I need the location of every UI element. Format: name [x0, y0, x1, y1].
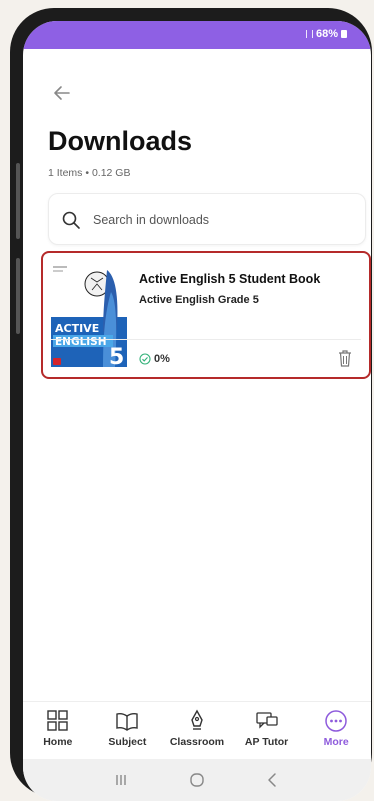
home-icon[interactable] — [187, 770, 207, 790]
battery-percent: 68% — [315, 28, 338, 40]
search-input[interactable]: Search in downloads — [93, 213, 209, 227]
nav-label-more: More — [323, 736, 349, 748]
book-icon — [116, 712, 139, 731]
nav-ap-tutor[interactable]: AP Tutor — [236, 708, 298, 748]
nav-label-subject: Subject — [108, 736, 147, 748]
phone-frame: 68% Downloads 1 Items • 0.12 GB Search i… — [10, 8, 372, 801]
signal-icon — [305, 30, 313, 38]
chat-icon — [255, 712, 278, 729]
search-bar[interactable]: Search in downloads — [48, 193, 366, 245]
status-indicators: 68% — [305, 28, 347, 40]
status-bar: 68% — [23, 21, 371, 49]
svg-text:ENGLISH: ENGLISH — [55, 336, 107, 348]
svg-text:5: 5 — [109, 345, 124, 367]
system-navigation-bar — [23, 759, 371, 801]
progress-text: 0% — [154, 353, 170, 365]
recent-apps-icon[interactable] — [111, 770, 131, 790]
power-button — [16, 258, 20, 334]
search-icon — [62, 211, 80, 229]
nav-label-classroom: Classroom — [169, 736, 225, 748]
book-cover-image: ACTIVE ENGLISH 5 — [51, 262, 127, 367]
divider — [51, 339, 361, 340]
book-title: Active English 5 Student Book — [139, 272, 321, 286]
trash-icon[interactable] — [337, 349, 353, 367]
battery-icon — [341, 30, 347, 38]
nav-home[interactable]: Home — [27, 708, 89, 748]
check-circle-icon — [139, 353, 151, 365]
page-title: Downloads — [48, 126, 193, 156]
back-icon[interactable] — [263, 770, 283, 790]
more-icon — [325, 710, 347, 732]
grid-icon — [47, 710, 68, 731]
app-screen: 68% Downloads 1 Items • 0.12 GB Search i… — [23, 21, 371, 801]
download-item-card[interactable]: ACTIVE ENGLISH 5 Active English 5 Studen… — [41, 251, 371, 379]
nav-label-home: Home — [43, 736, 73, 748]
pen-icon — [191, 709, 203, 730]
volume-button — [16, 163, 20, 239]
cover-art: ACTIVE ENGLISH 5 — [51, 262, 127, 367]
bottom-navigation: Home Subject Classroom AP Tutor More — [23, 701, 371, 759]
nav-label-ap-tutor: AP Tutor — [244, 736, 289, 748]
nav-subject[interactable]: Subject — [96, 708, 158, 748]
downloads-summary: 1 Items • 0.12 GB — [48, 167, 131, 179]
nav-more[interactable]: More — [305, 708, 367, 748]
svg-text:ACTIVE: ACTIVE — [55, 322, 99, 335]
pdf-badge-icon — [53, 358, 61, 365]
back-arrow-icon[interactable] — [50, 81, 74, 105]
download-progress: 0% — [139, 353, 170, 365]
book-subtitle: Active English Grade 5 — [139, 294, 259, 306]
nav-classroom[interactable]: Classroom — [166, 708, 228, 748]
